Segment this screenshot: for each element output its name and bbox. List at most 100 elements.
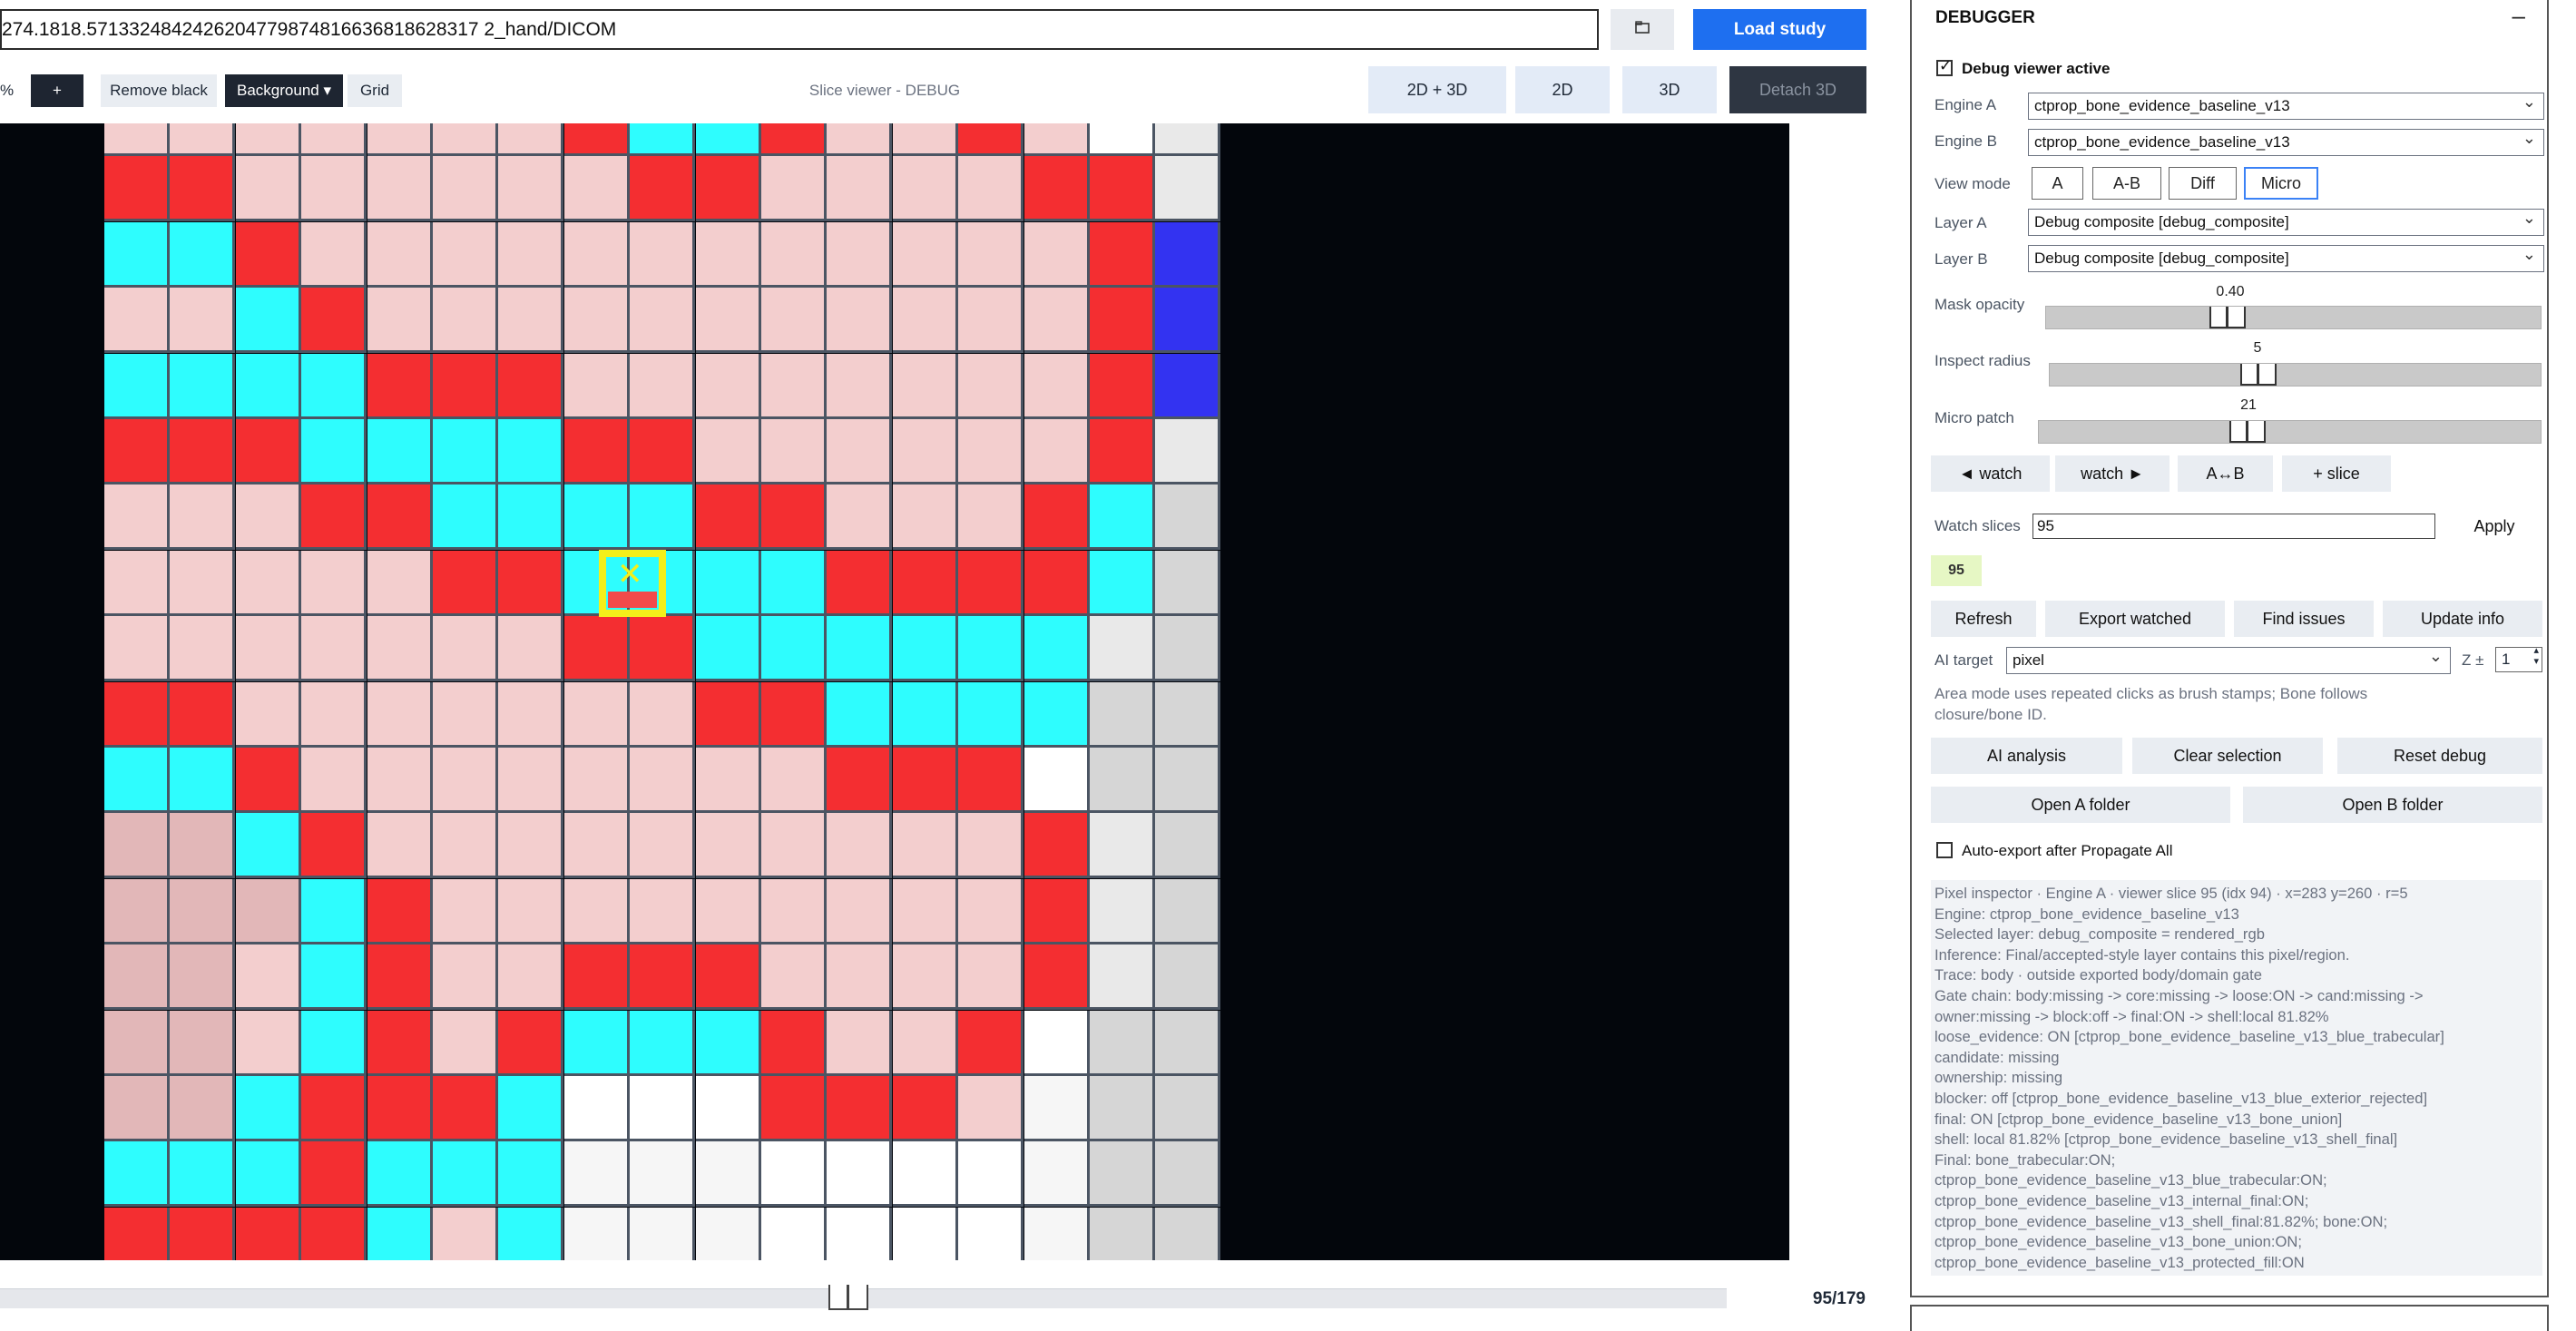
voxel-cell[interactable] — [1090, 944, 1155, 1010]
voxel-cell[interactable] — [564, 484, 630, 550]
voxel-cell[interactable] — [433, 222, 498, 288]
voxel-cell[interactable] — [170, 1141, 235, 1207]
voxel-cell[interactable] — [1090, 1011, 1155, 1076]
voxel-cell[interactable] — [630, 616, 695, 681]
voxel-cell[interactable] — [564, 222, 630, 288]
voxel-cell[interactable] — [1155, 944, 1220, 1010]
voxel-cell[interactable] — [893, 748, 958, 813]
voxel-cell[interactable] — [498, 1141, 563, 1207]
voxel-cell[interactable] — [958, 551, 1024, 616]
voxel-cell[interactable] — [761, 1011, 827, 1076]
voxel-cell[interactable] — [498, 551, 563, 616]
voxel-cell[interactable] — [236, 156, 301, 221]
voxel-cell[interactable] — [236, 419, 301, 484]
voxel-cell[interactable] — [236, 222, 301, 288]
voxel-cell[interactable] — [170, 222, 235, 288]
voxel-cell[interactable] — [761, 1076, 827, 1141]
voxel-cell[interactable] — [170, 682, 235, 748]
voxel-cell[interactable] — [1090, 551, 1155, 616]
voxel-cell[interactable] — [827, 944, 892, 1010]
voxel-cell[interactable] — [630, 879, 695, 944]
voxel-cell[interactable] — [893, 682, 958, 748]
voxel-cell[interactable] — [696, 748, 761, 813]
voxel-cell[interactable] — [827, 354, 892, 419]
voxel-cell[interactable] — [104, 1141, 170, 1207]
voxel-cell[interactable] — [1090, 288, 1155, 353]
voxel-cell[interactable] — [1155, 1076, 1220, 1141]
slice-slider-thumb[interactable] — [828, 1285, 868, 1310]
voxel-cell[interactable] — [1090, 748, 1155, 813]
voxel-cell[interactable] — [498, 1076, 563, 1141]
voxel-cell[interactable] — [367, 1076, 433, 1141]
voxel-cell[interactable] — [696, 222, 761, 288]
swap-engines-button[interactable]: A↔B — [2178, 455, 2273, 492]
voxel-cell[interactable] — [367, 419, 433, 484]
voxel-cell[interactable] — [1024, 616, 1090, 681]
voxel-cell[interactable] — [170, 123, 235, 156]
voxel-cell[interactable] — [433, 156, 498, 221]
open-b-folder-button[interactable]: Open B folder — [2243, 787, 2542, 823]
voxel-cell[interactable] — [367, 1208, 433, 1260]
voxel-cell[interactable] — [958, 616, 1024, 681]
voxel-cell[interactable] — [1024, 813, 1090, 878]
voxel-cell[interactable] — [827, 616, 892, 681]
voxel-cell[interactable] — [498, 813, 563, 878]
voxel-cell[interactable] — [1090, 813, 1155, 878]
voxel-cell[interactable] — [1090, 354, 1155, 419]
voxel-cell[interactable] — [104, 1208, 170, 1260]
voxel-cell[interactable] — [958, 222, 1024, 288]
voxel-cell[interactable] — [761, 354, 827, 419]
voxel-cell[interactable] — [1024, 123, 1090, 156]
voxel-cell[interactable] — [630, 1076, 695, 1141]
view-2d-button[interactable]: 2D — [1515, 66, 1610, 113]
voxel-cell[interactable] — [893, 123, 958, 156]
voxel-cell[interactable] — [893, 616, 958, 681]
voxel-cell[interactable] — [893, 1141, 958, 1207]
voxel-cell[interactable] — [827, 1076, 892, 1141]
voxel-cell[interactable] — [761, 222, 827, 288]
voxel-cell[interactable] — [630, 484, 695, 550]
voxel-cell[interactable] — [104, 813, 170, 878]
browse-folder-button[interactable] — [1611, 9, 1674, 50]
grid-toggle-button[interactable]: Grid — [348, 74, 402, 107]
voxel-cell[interactable] — [564, 748, 630, 813]
voxel-cell[interactable] — [1155, 123, 1220, 156]
voxel-cell[interactable] — [1024, 1011, 1090, 1076]
voxel-cell[interactable] — [498, 1208, 563, 1260]
voxel-cell[interactable] — [367, 354, 433, 419]
refresh-button[interactable]: Refresh — [1931, 601, 2036, 637]
voxel-cell[interactable] — [433, 879, 498, 944]
auto-export-checkbox[interactable] — [1936, 842, 1953, 858]
voxel-cell[interactable] — [630, 813, 695, 878]
voxel-cell[interactable] — [433, 551, 498, 616]
voxel-cell[interactable] — [104, 1011, 170, 1076]
voxel-cell[interactable] — [367, 944, 433, 1010]
voxel-cell[interactable] — [696, 1141, 761, 1207]
voxel-cell[interactable] — [1090, 1208, 1155, 1260]
voxel-cell[interactable] — [301, 484, 367, 550]
voxel-cell[interactable] — [367, 1141, 433, 1207]
voxel-cell[interactable] — [170, 1076, 235, 1141]
voxel-cell[interactable] — [630, 1011, 695, 1076]
voxel-cell[interactable] — [958, 354, 1024, 419]
voxel-cell[interactable] — [1155, 1141, 1220, 1207]
voxel-cell[interactable] — [761, 288, 827, 353]
layer-a-select[interactable]: Debug composite [debug_composite] — [2028, 205, 2544, 236]
voxel-cell[interactable] — [301, 879, 367, 944]
voxel-cell[interactable] — [1024, 288, 1090, 353]
voxel-cell[interactable] — [827, 879, 892, 944]
voxel-cell[interactable] — [433, 748, 498, 813]
watch-prev-button[interactable]: ◄ watch — [1931, 455, 2050, 492]
voxel-cell[interactable] — [301, 288, 367, 353]
voxel-cell[interactable] — [827, 551, 892, 616]
voxel-cell[interactable] — [433, 1141, 498, 1207]
voxel-cell[interactable] — [696, 944, 761, 1010]
voxel-cell[interactable] — [301, 1076, 367, 1141]
voxel-cell[interactable] — [827, 1141, 892, 1207]
voxel-cell[interactable] — [301, 156, 367, 221]
voxel-cell[interactable] — [170, 419, 235, 484]
voxel-cell[interactable] — [498, 288, 563, 353]
voxel-cell[interactable] — [958, 1141, 1024, 1207]
inspect-radius-thumb[interactable] — [2240, 364, 2277, 386]
apply-watch-button[interactable]: Apply — [2446, 508, 2542, 544]
